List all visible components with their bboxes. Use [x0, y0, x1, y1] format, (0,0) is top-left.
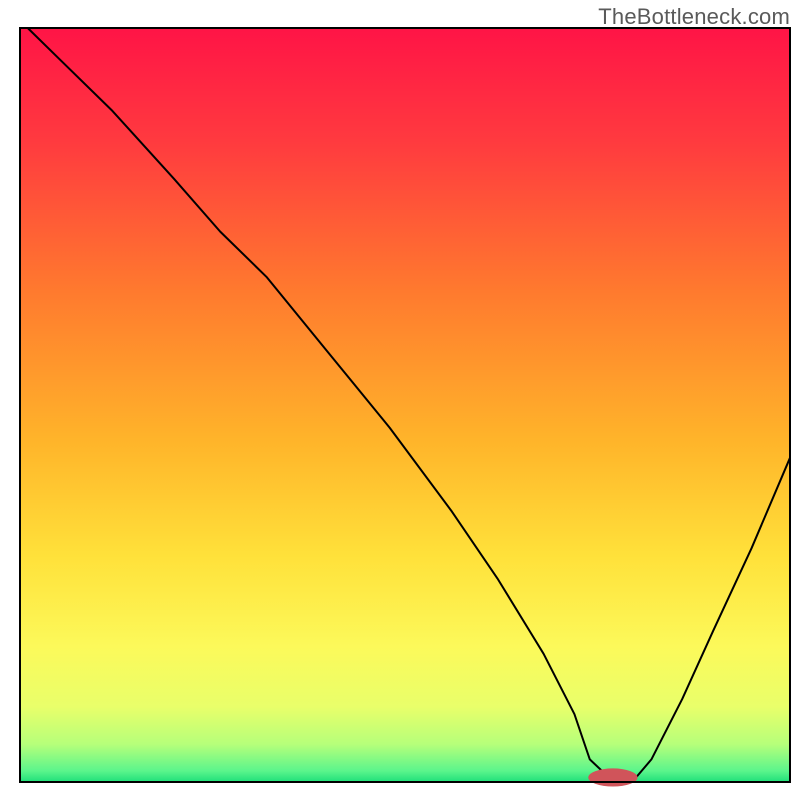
optimum-marker: [588, 768, 637, 786]
chart-container: TheBottleneck.com: [0, 0, 800, 800]
plot-background: [20, 28, 790, 782]
bottleneck-chart: [0, 0, 800, 800]
watermark-text: TheBottleneck.com: [598, 4, 790, 30]
